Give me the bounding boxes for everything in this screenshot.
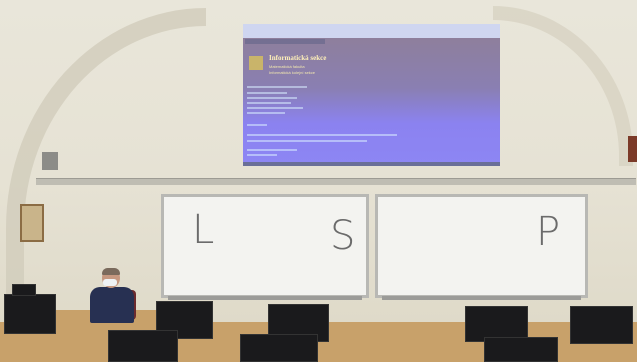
board-rail [36, 178, 636, 185]
notice-board [20, 204, 44, 242]
marker-tray [168, 296, 362, 300]
board-letter-s: S [330, 213, 356, 259]
monitor [12, 284, 36, 296]
text-line [247, 107, 303, 109]
text-line [247, 154, 277, 156]
whiteboard-left: L S [161, 194, 369, 300]
lecture-room-scene: Informatická sekce Matematická fakulta I… [0, 0, 637, 362]
monitor [570, 306, 633, 344]
monitor [4, 294, 56, 334]
text-line [247, 97, 297, 99]
projected-subtitle-2: Informatická kolejní sekce [269, 70, 316, 75]
text-line [247, 112, 285, 114]
board-letter-p: P [536, 209, 561, 255]
browser-bookmarks [245, 39, 325, 44]
person-torso [90, 287, 134, 323]
monitor [484, 337, 558, 362]
wall-frame [628, 136, 637, 162]
monitor [108, 330, 178, 362]
whiteboard-right: P [375, 194, 588, 300]
projected-screen: Informatická sekce Matematická fakulta I… [243, 24, 500, 166]
text-line [247, 102, 291, 104]
browser-toolbar [243, 24, 500, 38]
board-letter-l: L [192, 207, 215, 253]
text-line [247, 140, 367, 142]
projected-title: Informatická sekce [269, 54, 327, 62]
text-line [247, 86, 307, 88]
seated-person [88, 268, 138, 328]
text-line [247, 134, 397, 136]
taskbar [243, 162, 500, 166]
text-line [247, 149, 297, 151]
text-line [247, 92, 287, 94]
site-logo [249, 56, 263, 70]
projected-subtitle-1: Matematická fakulta [269, 64, 305, 69]
wall-speaker [42, 152, 58, 170]
monitor [240, 334, 318, 362]
face-mask [103, 279, 117, 286]
marker-tray [382, 296, 581, 300]
person-hair [102, 268, 120, 275]
text-line [247, 124, 267, 126]
